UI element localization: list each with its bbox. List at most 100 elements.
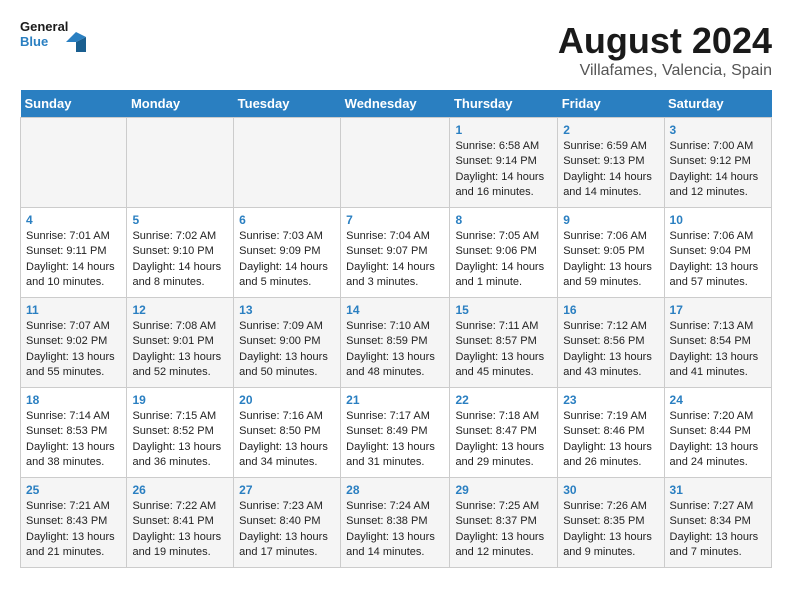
- sunrise-text: Sunrise: 7:19 AM: [563, 410, 647, 422]
- sunset-text: Sunset: 8:54 PM: [670, 335, 751, 347]
- sunrise-text: Sunrise: 7:00 AM: [670, 140, 754, 152]
- table-row: 18Sunrise: 7:14 AMSunset: 8:53 PMDayligh…: [21, 388, 127, 478]
- day-number: 24: [670, 392, 766, 409]
- sunset-text: Sunset: 9:09 PM: [239, 245, 320, 257]
- day-number: 12: [132, 302, 228, 319]
- daylight-text: Daylight: 13 hours and 57 minutes.: [670, 261, 759, 288]
- sunrise-text: Sunrise: 7:11 AM: [455, 320, 538, 332]
- sunset-text: Sunset: 8:35 PM: [563, 515, 644, 527]
- daylight-text: Daylight: 14 hours and 16 minutes.: [455, 171, 544, 198]
- sunrise-text: Sunrise: 7:15 AM: [132, 410, 216, 422]
- sunset-text: Sunset: 8:38 PM: [346, 515, 427, 527]
- sunrise-text: Sunrise: 7:06 AM: [670, 230, 754, 242]
- day-number: 8: [455, 212, 552, 229]
- table-row: 4Sunrise: 7:01 AMSunset: 9:11 PMDaylight…: [21, 208, 127, 298]
- sunrise-text: Sunrise: 7:17 AM: [346, 410, 430, 422]
- sunset-text: Sunset: 8:52 PM: [132, 425, 213, 437]
- sunset-text: Sunset: 9:01 PM: [132, 335, 213, 347]
- daylight-text: Daylight: 14 hours and 12 minutes.: [670, 171, 759, 198]
- header-tuesday: Tuesday: [234, 90, 341, 118]
- sunrise-text: Sunrise: 7:26 AM: [563, 500, 647, 512]
- sunrise-text: Sunrise: 7:23 AM: [239, 500, 323, 512]
- day-number: 2: [563, 122, 658, 139]
- calendar-week-row: 4Sunrise: 7:01 AMSunset: 9:11 PMDaylight…: [21, 208, 772, 298]
- day-number: 20: [239, 392, 335, 409]
- sunrise-text: Sunrise: 7:07 AM: [26, 320, 110, 332]
- day-number: 28: [346, 482, 444, 499]
- daylight-text: Daylight: 13 hours and 9 minutes.: [563, 531, 652, 558]
- sunset-text: Sunset: 9:07 PM: [346, 245, 427, 257]
- table-row: 26Sunrise: 7:22 AMSunset: 8:41 PMDayligh…: [127, 478, 234, 568]
- daylight-text: Daylight: 13 hours and 34 minutes.: [239, 441, 328, 468]
- sunrise-text: Sunrise: 7:08 AM: [132, 320, 216, 332]
- day-number: 6: [239, 212, 335, 229]
- day-number: 29: [455, 482, 552, 499]
- day-number: 14: [346, 302, 444, 319]
- table-row: 19Sunrise: 7:15 AMSunset: 8:52 PMDayligh…: [127, 388, 234, 478]
- weekday-header-row: Sunday Monday Tuesday Wednesday Thursday…: [21, 90, 772, 118]
- table-row: [341, 118, 450, 208]
- table-row: 30Sunrise: 7:26 AMSunset: 8:35 PMDayligh…: [558, 478, 664, 568]
- page-subtitle: Villafames, Valencia, Spain: [558, 62, 772, 80]
- sunrise-text: Sunrise: 7:27 AM: [670, 500, 754, 512]
- table-row: 16Sunrise: 7:12 AMSunset: 8:56 PMDayligh…: [558, 298, 664, 388]
- daylight-text: Daylight: 14 hours and 1 minute.: [455, 261, 544, 288]
- sunrise-text: Sunrise: 7:02 AM: [132, 230, 216, 242]
- sunrise-text: Sunrise: 7:01 AM: [26, 230, 110, 242]
- day-number: 21: [346, 392, 444, 409]
- logo-bird-icon: [66, 32, 86, 52]
- daylight-text: Daylight: 13 hours and 26 minutes.: [563, 441, 652, 468]
- day-number: 7: [346, 212, 444, 229]
- sunset-text: Sunset: 8:49 PM: [346, 425, 427, 437]
- day-number: 19: [132, 392, 228, 409]
- sunset-text: Sunset: 8:56 PM: [563, 335, 644, 347]
- daylight-text: Daylight: 13 hours and 17 minutes.: [239, 531, 328, 558]
- sunset-text: Sunset: 8:47 PM: [455, 425, 536, 437]
- day-number: 16: [563, 302, 658, 319]
- table-row: 22Sunrise: 7:18 AMSunset: 8:47 PMDayligh…: [450, 388, 558, 478]
- sunrise-text: Sunrise: 7:25 AM: [455, 500, 539, 512]
- header-thursday: Thursday: [450, 90, 558, 118]
- calendar-week-row: 25Sunrise: 7:21 AMSunset: 8:43 PMDayligh…: [21, 478, 772, 568]
- sunrise-text: Sunrise: 7:12 AM: [563, 320, 647, 332]
- sunrise-text: Sunrise: 7:03 AM: [239, 230, 323, 242]
- sunset-text: Sunset: 9:05 PM: [563, 245, 644, 257]
- table-row: 3Sunrise: 7:00 AMSunset: 9:12 PMDaylight…: [664, 118, 771, 208]
- daylight-text: Daylight: 13 hours and 48 minutes.: [346, 351, 435, 378]
- sunrise-text: Sunrise: 7:13 AM: [670, 320, 754, 332]
- sunrise-text: Sunrise: 7:16 AM: [239, 410, 323, 422]
- day-number: 4: [26, 212, 121, 229]
- sunset-text: Sunset: 8:53 PM: [26, 425, 107, 437]
- calendar-table: Sunday Monday Tuesday Wednesday Thursday…: [20, 90, 772, 568]
- title-area: August 2024 Villafames, Valencia, Spain: [558, 20, 772, 80]
- table-row: 27Sunrise: 7:23 AM Sunset: 8:40 PM Dayligh…: [234, 478, 341, 568]
- sunset-text: Sunset: 8:44 PM: [670, 425, 751, 437]
- calendar-week-row: 1Sunrise: 6:58 AMSunset: 9:14 PMDaylight…: [21, 118, 772, 208]
- table-row: 29Sunrise: 7:25 AMSunset: 8:37 PMDayligh…: [450, 478, 558, 568]
- sunset-text: Sunset: 9:10 PM: [132, 245, 213, 257]
- calendar-week-row: 11Sunrise: 7:07 AMSunset: 9:02 PMDayligh…: [21, 298, 772, 388]
- sunrise-text: Sunrise: 7:10 AM: [346, 320, 430, 332]
- day-number: 3: [670, 122, 766, 139]
- table-row: 13Sunrise: 7:09 AMSunset: 9:00 PMDayligh…: [234, 298, 341, 388]
- sunset-text: Sunset: 8:40 PM: [239, 515, 320, 527]
- table-row: 17Sunrise: 7:13 AMSunset: 8:54 PMDayligh…: [664, 298, 771, 388]
- header-sunday: Sunday: [21, 90, 127, 118]
- table-row: 24Sunrise: 7:20 AMSunset: 8:44 PMDayligh…: [664, 388, 771, 478]
- day-number: 27: [239, 482, 335, 499]
- logo: General Blue: [20, 20, 86, 64]
- daylight-text: Daylight: 13 hours and 55 minutes.: [26, 351, 115, 378]
- sunrise-text: Sunrise: 7:06 AM: [563, 230, 647, 242]
- day-number: 26: [132, 482, 228, 499]
- header-monday: Monday: [127, 90, 234, 118]
- table-row: 7Sunrise: 7:04 AMSunset: 9:07 PMDaylight…: [341, 208, 450, 298]
- table-row: 11Sunrise: 7:07 AMSunset: 9:02 PMDayligh…: [21, 298, 127, 388]
- table-row: 23Sunrise: 7:19 AM Sunset: 8:46 PM Dayligh…: [558, 388, 664, 478]
- daylight-text: Daylight: 13 hours and 19 minutes.: [132, 531, 221, 558]
- sunrise-text: Sunrise: 7:24 AM: [346, 500, 430, 512]
- table-row: 21Sunrise: 7:17 AMSunset: 8:49 PMDayligh…: [341, 388, 450, 478]
- day-number: 13: [239, 302, 335, 319]
- sunset-text: Sunset: 9:06 PM: [455, 245, 536, 257]
- day-number: 23: [563, 392, 658, 409]
- sunset-text: Sunset: 8:46 PM: [563, 425, 644, 437]
